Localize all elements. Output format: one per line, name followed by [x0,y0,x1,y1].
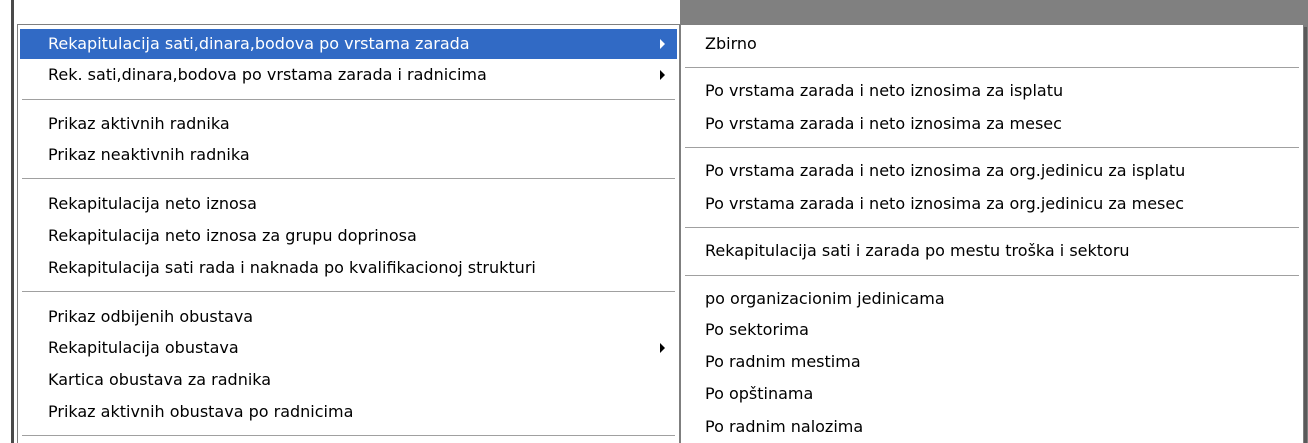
menu-item-label: Zbirno [705,34,757,53]
window-border [11,0,14,443]
menu-separator [685,227,1299,229]
menu-item-rek-vrste-zarada-radnici[interactable]: Rek. sati,dinara,bodova po vrstama zarad… [20,60,677,90]
menu-item-label: Po vrstama zarada i neto iznosima za org… [705,194,1185,213]
submenu-item-organizacione-jedinice[interactable]: po organizacionim jedinicama [683,284,1301,314]
submenu-item-radni-nalozi[interactable]: Po radnim nalozima [683,412,1301,442]
menu-separator [685,275,1299,277]
menu-separator [685,67,1299,69]
menu-item-label: Po vrstama zarada i neto iznosima za isp… [705,81,1064,100]
menu-item-label: Rekapitulacija neto iznosa za grupu dopr… [48,226,417,245]
menu-separator [22,178,675,180]
menu-item-label: Po vrstama zarada i neto iznosima za org… [705,161,1186,180]
menu-item-label: Po radnim mestima [705,352,861,371]
menu-item-label: Rekapitulacija sati,dinara,bodova po vrs… [48,34,470,53]
menu-item-label: Prikaz odbijenih obustava [48,307,254,326]
menu-item-label: Kartica obustava za radnika [48,370,272,389]
menu-item-label: Po sektorima [705,320,809,339]
menu-item-label: Rekapitulacija obustava [48,338,239,357]
menu-item-label: Prikaz aktivnih radnika [48,114,230,133]
menu-separator [22,291,675,293]
menu-item-rekapitulacija-neto-iznosa[interactable]: Rekapitulacija neto iznosa [20,189,677,219]
submenu-item-sektori[interactable]: Po sektorima [683,315,1301,345]
menu-separator [22,435,675,437]
submenu: Zbirno Po vrstama zarada i neto iznosima… [680,24,1304,443]
submenu-item-org-jedinica-isplatu[interactable]: Po vrstama zarada i neto iznosima za org… [683,156,1301,186]
menu-separator [685,147,1299,149]
menu-item-label: Po radnim nalozima [705,417,864,436]
chevron-right-icon [660,343,665,353]
menu-item-label: Po opštinama [705,384,814,403]
submenu-item-radna-mesta[interactable]: Po radnim mestima [683,347,1301,377]
submenu-item-org-jedinica-mesec[interactable]: Po vrstama zarada i neto iznosima za org… [683,189,1301,219]
submenu-item-mesto-troska-sektor[interactable]: Rekapitulacija sati i zarada po mestu tr… [683,236,1301,266]
menu-item-label: po organizacionim jedinicama [705,289,945,308]
menu-top-area [17,0,680,24]
chevron-right-icon [660,39,665,49]
menu-item-label: Rekapitulacija sati i zarada po mestu tr… [705,241,1130,260]
menu-item-sati-rada-kvalifikaciona-struktura[interactable]: Rekapitulacija sati rada i naknada po kv… [20,253,677,283]
menu-item-aktivne-obustave-po-radnicima[interactable]: Prikaz aktivnih obustava po radnicima [20,397,677,427]
menu-item-kartica-obustava[interactable]: Kartica obustava za radnika [20,365,677,395]
menu-item-rekapitulacija-obustava[interactable]: Rekapitulacija obustava [20,333,677,363]
menu-item-prikaz-aktivnih-radnika[interactable]: Prikaz aktivnih radnika [20,109,677,139]
menu-item-label: Prikaz aktivnih obustava po radnicima [48,402,354,421]
submenu-item-isplatu[interactable]: Po vrstama zarada i neto iznosima za isp… [683,76,1301,106]
menu-item-label: Po vrstama zarada i neto iznosima za mes… [705,114,1062,133]
menu-item-label: Rekapitulacija neto iznosa [48,194,257,213]
context-menu: Rekapitulacija sati,dinara,bodova po vrs… [17,24,680,443]
submenu-item-zbirno[interactable]: Zbirno [683,29,1301,59]
menu-item-neto-iznosa-grupa-doprinosa[interactable]: Rekapitulacija neto iznosa za grupu dopr… [20,221,677,251]
menu-separator [22,99,675,101]
menu-item-prikaz-odbijenih-obustava[interactable]: Prikaz odbijenih obustava [20,302,677,332]
menu-item-label: Rek. sati,dinara,bodova po vrstama zarad… [48,65,487,84]
submenu-item-mesec[interactable]: Po vrstama zarada i neto iznosima za mes… [683,109,1301,139]
submenu-item-opstine[interactable]: Po opštinama [683,379,1301,409]
chevron-right-icon [660,70,665,80]
menu-item-label: Rekapitulacija sati rada i naknada po kv… [48,258,536,277]
menu-item-label: Prikaz neaktivnih radnika [48,145,250,164]
menu-item-prikaz-neaktivnih-radnika[interactable]: Prikaz neaktivnih radnika [20,140,677,170]
window-left-edge [0,0,17,443]
menu-item-rekapitulacija-vrste-zarada[interactable]: Rekapitulacija sati,dinara,bodova po vrs… [20,29,677,59]
